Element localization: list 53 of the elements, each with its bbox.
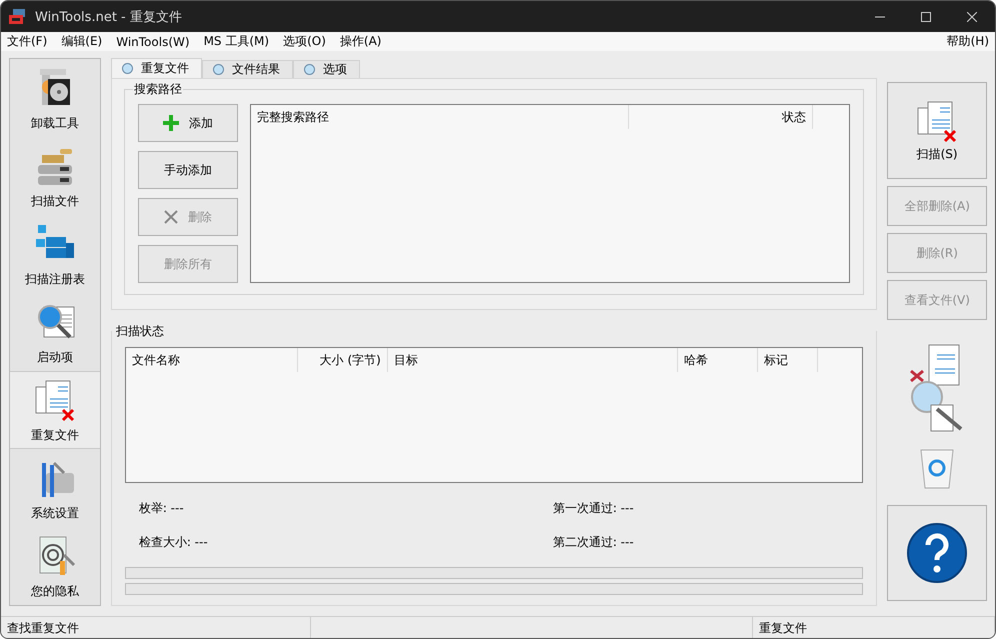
close-icon [967,12,977,22]
maximize-icon [921,12,931,22]
sidebar-item[interactable]: 重复文件 [10,371,100,449]
column-header[interactable]: 完整搜索路径 [250,105,630,129]
menu-item[interactable]: 选项(O) [283,33,326,50]
tab[interactable]: 文件结果 [202,60,293,78]
stat-label: 第一次通过: --- [552,500,635,517]
sidebar-label: 卸载工具 [30,114,79,132]
window-title: WinTools.net - 重复文件 [35,8,183,26]
sidebar-label: 扫描注册表 [24,270,85,288]
sidebar-item[interactable]: 启动项 [10,293,100,371]
column-header[interactable]: 大小 (字节) [298,348,388,372]
menu-item[interactable]: 操作(A) [340,33,382,50]
column-header[interactable]: 目标 [388,348,678,372]
stat-label: 第二次通过: --- [552,534,635,551]
sidebar-label: 您的隐私 [30,582,79,600]
menu-item[interactable]: MS 工具(M) [204,33,270,50]
menu-item[interactable]: WinTools(W) [116,34,190,48]
column-header[interactable]: 标记 [758,348,818,372]
sidebar-item[interactable]: 扫描文件 [10,137,100,215]
path-button[interactable]: 手动添加 [138,151,238,189]
column-header[interactable]: 文件名称 [126,348,298,372]
sidebar-label: 扫描文件 [30,192,79,210]
help-button[interactable] [887,505,987,601]
status-cell: 重复文件 [753,617,995,638]
sidebar-label: 启动项 [36,348,73,366]
app-icon [9,8,27,24]
menu-item[interactable]: 编辑(E) [61,33,102,50]
radio-dot-icon [122,63,133,74]
radio-dot-icon [212,64,224,75]
stat-label: 检查大小: --- [138,534,209,551]
sidebar-item[interactable]: 系统设置 [10,449,100,527]
sidebar-label: 重复文件 [30,426,79,444]
group-title: 搜索路径 [132,81,183,98]
help-icon [906,522,968,584]
menu-item[interactable]: 文件(F) [7,33,48,50]
sidebar-item[interactable]: 您的隐私 [10,527,100,605]
close-icon [164,210,178,224]
group-title: 扫描状态 [116,323,164,340]
sidebar-label: 系统设置 [30,504,79,522]
plus-icon [162,115,179,131]
column-header[interactable]: 状态 [629,105,814,129]
action-button[interactable]: 扫描(S) [887,82,987,179]
path-button[interactable]: 添加 [138,104,238,142]
stat-label: 枚举: --- [138,500,185,517]
status-cell: 查找重复文件 [1,617,311,638]
tab[interactable]: 选项 [292,60,360,78]
column-header[interactable]: 哈希 [678,348,758,372]
sidebar-item[interactable]: 扫描注册表 [10,215,100,293]
tab[interactable]: 重复文件 [110,58,202,78]
sidebar-item[interactable]: 卸载工具 [10,59,100,137]
radio-dot-icon [304,64,315,75]
menu-item[interactable]: 帮助(H) [946,33,989,50]
